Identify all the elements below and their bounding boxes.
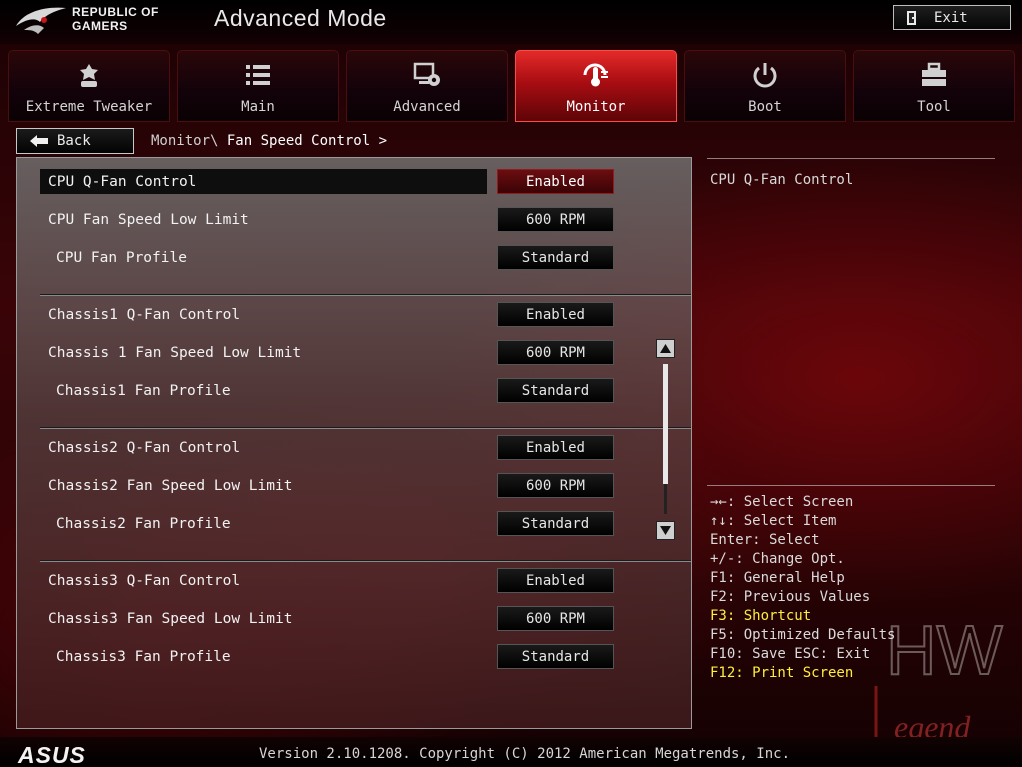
hotkey-item: Enter: Select	[710, 532, 820, 548]
setting-row-chassis2-fan-profile[interactable]: Chassis2 Fan Profile Standard	[40, 511, 615, 537]
setting-value[interactable]: 600 RPM	[497, 606, 614, 631]
setting-value[interactable]: Enabled	[497, 169, 614, 194]
setting-label: Chassis1 Fan Profile	[56, 383, 231, 399]
setting-value[interactable]: 600 RPM	[497, 340, 614, 365]
setting-value[interactable]: Enabled	[497, 435, 614, 460]
setting-value[interactable]: 600 RPM	[497, 207, 614, 232]
tab-boot[interactable]: Boot	[684, 50, 846, 122]
setting-row-chassis1-fan-profile[interactable]: Chassis1 Fan Profile Standard	[40, 378, 615, 404]
exit-door-icon	[907, 10, 916, 25]
help-divider-top	[707, 158, 995, 159]
brand-name: REPUBLIC OF GAMERS	[72, 5, 159, 33]
setting-label: Chassis1 Q-Fan Control	[48, 307, 241, 323]
tab-label: Main	[241, 99, 275, 115]
tab-label: Boot	[748, 99, 782, 115]
setting-row-cpu-fan-speed-low-limit[interactable]: CPU Fan Speed Low Limit 600 RPM	[40, 207, 615, 233]
setting-value[interactable]: Standard	[497, 644, 614, 669]
setting-row-chassis2-fan-speed-low-limit[interactable]: Chassis2 Fan Speed Low Limit 600 RPM	[40, 473, 615, 499]
scrollbar-track[interactable]	[663, 364, 668, 514]
setting-row-cpu-fan-profile[interactable]: CPU Fan Profile Standard	[40, 245, 615, 271]
tab-label: Advanced	[393, 99, 461, 115]
setting-value[interactable]: Standard	[497, 245, 614, 270]
setting-label: CPU Q-Fan Control	[48, 174, 197, 190]
monitor-thermometer-icon	[583, 63, 608, 87]
tab-extreme-tweaker[interactable]: Extreme Tweaker	[8, 50, 170, 122]
setting-value[interactable]: Standard	[497, 378, 614, 403]
exit-button[interactable]: Exit	[893, 5, 1011, 30]
back-button[interactable]: Back	[16, 128, 134, 154]
exit-label: Exit	[934, 9, 968, 26]
tab-monitor[interactable]: Monitor	[515, 50, 677, 122]
setting-value[interactable]: Standard	[497, 511, 614, 536]
setting-row-chassis3-qfan-control[interactable]: Chassis3 Q-Fan Control Enabled	[40, 568, 615, 594]
brand-line-1: REPUBLIC OF	[72, 5, 159, 19]
setting-row-chassis1-fan-speed-low-limit[interactable]: Chassis 1 Fan Speed Low Limit 600 RPM	[40, 340, 615, 366]
tweaker-icon	[80, 64, 98, 87]
setting-row-chassis1-qfan-control[interactable]: Chassis1 Q-Fan Control Enabled	[40, 302, 615, 328]
setting-label: Chassis3 Fan Profile	[56, 649, 231, 665]
tab-advanced[interactable]: Advanced	[346, 50, 508, 122]
list-icon	[246, 65, 270, 85]
help-divider-middle	[707, 485, 995, 486]
setting-row-chassis3-fan-speed-low-limit[interactable]: Chassis3 Fan Speed Low Limit 600 RPM	[40, 606, 615, 632]
breadcrumb: Monitor\ Fan Speed Control >	[151, 133, 387, 149]
watermark-text-top: HW	[886, 611, 1003, 689]
breadcrumb-parent[interactable]: Monitor\	[151, 133, 218, 149]
toolbox-icon	[922, 62, 946, 86]
group-divider	[40, 294, 691, 296]
setting-label: CPU Fan Profile	[56, 250, 187, 266]
back-label: Back	[57, 133, 91, 149]
tab-tool[interactable]: Tool	[853, 50, 1015, 122]
power-icon	[753, 63, 777, 88]
setting-value[interactable]: 600 RPM	[497, 473, 614, 498]
tab-label: Extreme Tweaker	[25, 99, 153, 115]
asus-logo: ASUS	[18, 742, 86, 767]
group-divider	[40, 427, 691, 429]
scrollbar-thumb[interactable]	[663, 364, 668, 484]
setting-row-chassis2-qfan-control[interactable]: Chassis2 Q-Fan Control Enabled	[40, 435, 615, 461]
hotkey-item: +/-: Change Opt.	[710, 551, 845, 567]
page-title: Advanced Mode	[214, 5, 387, 31]
hwlegend-watermark: HW egend	[874, 610, 1004, 748]
group-divider	[40, 560, 691, 562]
hotkey-item: →←: Select Screen	[710, 494, 854, 510]
setting-label: Chassis 1 Fan Speed Low Limit	[48, 345, 302, 361]
main-tabs: Extreme Tweaker Main Advanced Monitor Bo…	[8, 50, 1015, 122]
settings-panel: CPU Q-Fan Control Enabled CPU Fan Speed …	[16, 157, 692, 729]
tab-label: Monitor	[566, 99, 626, 115]
version-text: Version 2.10.1208. Copyright (C) 2012 Am…	[259, 746, 791, 762]
setting-row-chassis3-fan-profile[interactable]: Chassis3 Fan Profile Standard	[40, 644, 615, 670]
setting-value[interactable]: Enabled	[497, 568, 614, 593]
tab-main[interactable]: Main	[177, 50, 339, 122]
setting-label: Chassis2 Fan Profile	[56, 516, 231, 532]
top-bar: REPUBLIC OF GAMERS Advanced Mode Exit	[0, 0, 1022, 44]
scroll-up-button[interactable]	[656, 339, 675, 358]
triangle-up-icon	[660, 344, 671, 353]
setting-label: Chassis3 Fan Speed Low Limit	[48, 611, 293, 627]
setting-row-cpu-qfan-control[interactable]: CPU Q-Fan Control Enabled	[40, 169, 615, 195]
setting-label: Chassis2 Fan Speed Low Limit	[48, 478, 293, 494]
setting-label: Chassis2 Q-Fan Control	[48, 440, 241, 456]
help-description: CPU Q-Fan Control	[710, 172, 854, 188]
rog-logo-icon	[16, 7, 66, 34]
setting-value[interactable]: Enabled	[497, 302, 614, 327]
brand-line-2: GAMERS	[72, 19, 128, 33]
hotkey-item: F1: General Help	[710, 570, 845, 586]
breadcrumb-current: Fan Speed Control >	[226, 133, 388, 149]
back-arrow-icon	[30, 135, 48, 147]
setting-label: Chassis3 Q-Fan Control	[48, 573, 241, 589]
triangle-down-icon	[660, 526, 671, 535]
setting-label: CPU Fan Speed Low Limit	[48, 212, 249, 228]
scroll-down-button[interactable]	[656, 521, 675, 540]
footer-bar: ASUS Version 2.10.1208. Copyright (C) 20…	[0, 737, 1022, 767]
hotkey-item: ↑↓: Select Item	[710, 513, 837, 529]
tab-label: Tool	[917, 99, 951, 115]
advanced-settings-icon	[413, 62, 440, 86]
